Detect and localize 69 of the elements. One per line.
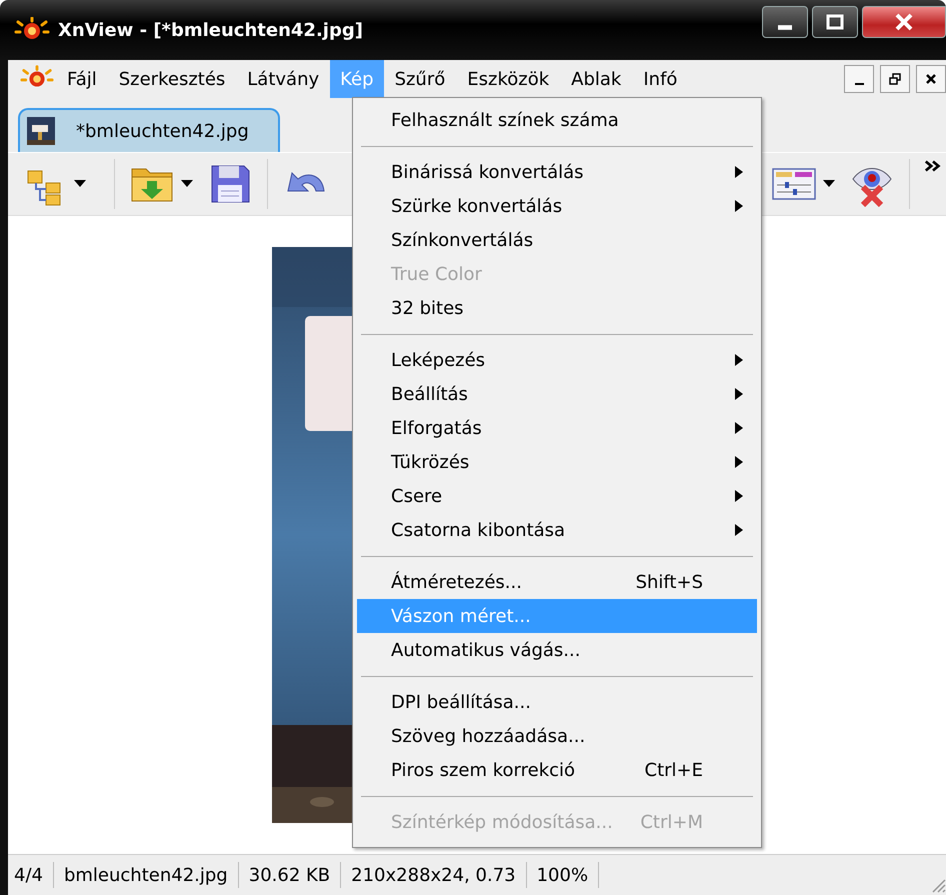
close-icon (924, 72, 938, 86)
menu-item-label: Szürke konvertálás (391, 196, 562, 216)
menu-item-label: Automatikus vágás... (391, 640, 580, 660)
menu-item-label: Tükrözés (391, 452, 470, 472)
chevron-icon[interactable] (924, 159, 942, 173)
menu-item-label: Felhasznált színek száma (391, 110, 619, 130)
menu-item[interactable]: Szöveg hozzáadása... (357, 719, 757, 753)
menu-item-label: Elforgatás (391, 418, 482, 438)
menu-item[interactable]: Automatikus vágás... (357, 633, 757, 667)
image-thumbnail-icon (26, 116, 56, 146)
menu-item[interactable]: Infó (632, 60, 688, 98)
close-icon (894, 13, 914, 31)
menu-item-label: True Color (391, 264, 482, 284)
menu-item[interactable]: Leképezés (357, 343, 757, 377)
menu-item[interactable]: Elforgatás (357, 411, 757, 445)
menu-item-label: DPI beállítása... (391, 692, 531, 712)
menu-item[interactable]: Ablak (560, 60, 632, 98)
menu-item-label: Szöveg hozzáadása... (391, 726, 586, 746)
menu-item[interactable]: Csere (357, 479, 757, 513)
menu-item[interactable]: 32 bites (357, 291, 757, 325)
minimize-button[interactable] (762, 6, 808, 38)
menu-item-label: Színtérkép módosítása... (391, 812, 613, 832)
document-tab[interactable]: *bmleuchten42.jpg (18, 108, 280, 152)
menu-item-label: Leképezés (391, 350, 486, 370)
status-field: 30.62 KB (238, 862, 342, 888)
minimize-icon (854, 83, 864, 85)
dropdown-caret-icon[interactable] (74, 180, 86, 188)
menu-item[interactable]: Felhasznált színek száma (357, 103, 757, 137)
restore-button[interactable] (880, 65, 910, 93)
status-field: 4/4 (8, 862, 54, 888)
menu-item[interactable]: Fájl (56, 60, 108, 98)
maximize-icon (826, 14, 844, 30)
menu-item[interactable]: Binárissá konvertálás (357, 155, 757, 189)
menu-item[interactable]: Színkonvertálás (357, 223, 757, 257)
menu-item[interactable]: Tükrözés (357, 445, 757, 479)
menu-item-label: Átméretezés... (391, 572, 522, 592)
restore-icon (888, 72, 902, 86)
menu-item-label: Piros szem korrekció (391, 760, 576, 780)
status-field: 210x288x24, 0.73 (341, 862, 527, 888)
menu-item[interactable]: Beállítás (357, 377, 757, 411)
minimize-button[interactable] (844, 65, 874, 93)
menu-item[interactable]: Látvány (236, 60, 330, 98)
dropdown-caret-icon[interactable] (823, 180, 835, 188)
menu-item-label: 32 bites (391, 298, 464, 318)
shortcut-label: Shift+S (636, 572, 703, 592)
menu-item-label: Csatorna kibontása (391, 520, 566, 540)
shortcut-label: Ctrl+E (644, 760, 703, 780)
menu-item-label: Csere (391, 486, 442, 506)
dropdown-caret-icon[interactable] (181, 180, 193, 188)
maximize-button[interactable] (812, 6, 858, 38)
menu-item[interactable]: Szürke konvertálás (357, 189, 757, 223)
minimize-icon (778, 24, 792, 30)
menu-item[interactable]: Szűrő (384, 60, 456, 98)
menu-item-label: Beállítás (391, 384, 468, 404)
status-field: bmleuchten42.jpg (54, 862, 239, 888)
shortcut-label: Ctrl+M (640, 812, 703, 832)
menu-item[interactable]: DPI beállítása... (357, 685, 757, 719)
menu-item[interactable]: Szerkesztés (108, 60, 236, 98)
window-title: XnView - [*bmleuchten42.jpg] (58, 20, 364, 40)
close-button[interactable] (916, 65, 946, 93)
menu-item[interactable]: Eszközök (456, 60, 560, 98)
menu-item-label: Binárissá konvertálás (391, 162, 584, 182)
menu-item[interactable]: Piros szem korrekció Ctrl+E (357, 753, 757, 787)
menu-item[interactable]: Csatorna kibontása (357, 513, 757, 547)
close-button[interactable] (862, 6, 946, 38)
menu-item-label: Színkonvertálás (391, 230, 534, 250)
status-field: 100% (526, 862, 600, 888)
menu-item-label: Vászon méret... (391, 606, 531, 626)
menu-item[interactable]: Átméretezés... Shift+S (357, 565, 757, 599)
